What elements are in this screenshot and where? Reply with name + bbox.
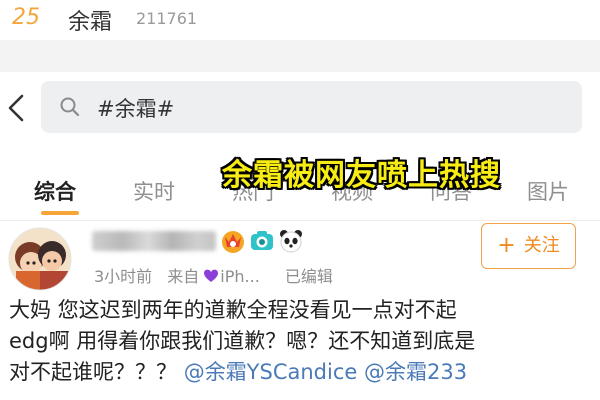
weibo-search-screen: 25 余霜 211761 #余霜# 综合 实时 热门 视频 问答 图片 余霜被网… — [0, 0, 600, 400]
hot-search-term: 余霜 — [68, 10, 113, 35]
post-source-prefix: 来自 — [167, 267, 200, 286]
mention-link[interactable]: @余霜YSCandice — [184, 360, 358, 384]
follow-button[interactable]: + 关注 — [481, 223, 576, 269]
post-edited-label[interactable]: 已编辑 — [285, 267, 333, 286]
crown-badge-icon — [222, 231, 244, 253]
post-card: 3小时前 来自 iPh... 已编辑 + 关注 大妈 您这迟到两年的道歉全程没看见一… — [0, 221, 600, 400]
tab-realtime[interactable]: 实时 — [133, 176, 175, 206]
avatar[interactable] — [8, 227, 72, 291]
post-meta: 3小时前 来自 iPh... 已编辑 — [94, 263, 343, 287]
back-arrow-icon[interactable] — [4, 94, 30, 122]
active-tab-indicator — [41, 211, 79, 215]
purple-heart-icon — [204, 269, 219, 282]
plus-icon: + — [497, 233, 516, 258]
panda-badge-icon — [280, 230, 302, 253]
search-header: #余霜# — [0, 72, 600, 144]
post-source[interactable]: 来自 iPh... — [167, 267, 270, 286]
section-gap — [0, 40, 600, 72]
hot-search-count: 211761 — [136, 9, 198, 28]
post-body-text: 对不起谁呢？？？ — [9, 360, 184, 384]
mention-link[interactable]: @余霜233 — [364, 360, 467, 384]
post-body: 大妈 您这迟到两年的道歉全程没看见一点对不起 edg啊 用得着你跟我们道歉？嗯？… — [9, 295, 594, 388]
tab-images[interactable]: 图片 — [527, 176, 569, 206]
search-input[interactable]: #余霜# — [41, 81, 582, 133]
follow-label: 关注 — [523, 235, 560, 256]
overlay-caption: 余霜被网友喷上热搜 — [222, 158, 501, 193]
post-source-device: iPh... — [220, 267, 260, 286]
username-blurred[interactable] — [92, 231, 216, 251]
post-body-line: edg啊 用得着你跟我们道歉？嗯？还不知道到底是 — [9, 329, 476, 353]
post-time: 3小时前 — [94, 267, 153, 286]
post-body-line-with-mentions: 对不起谁呢？？？ @余霜YSCandice @余霜233 — [9, 357, 594, 388]
tab-comprehensive[interactable]: 综合 — [34, 176, 76, 206]
camera-badge-icon — [251, 231, 273, 250]
post-body-line: 大妈 您这迟到两年的道歉全程没看见一点对不起 — [9, 298, 457, 322]
hot-search-rank: 25 — [12, 5, 40, 30]
hot-search-entry[interactable]: 25 余霜 211761 — [0, 0, 600, 40]
search-icon — [60, 97, 80, 117]
search-query-text: #余霜# — [97, 97, 175, 121]
